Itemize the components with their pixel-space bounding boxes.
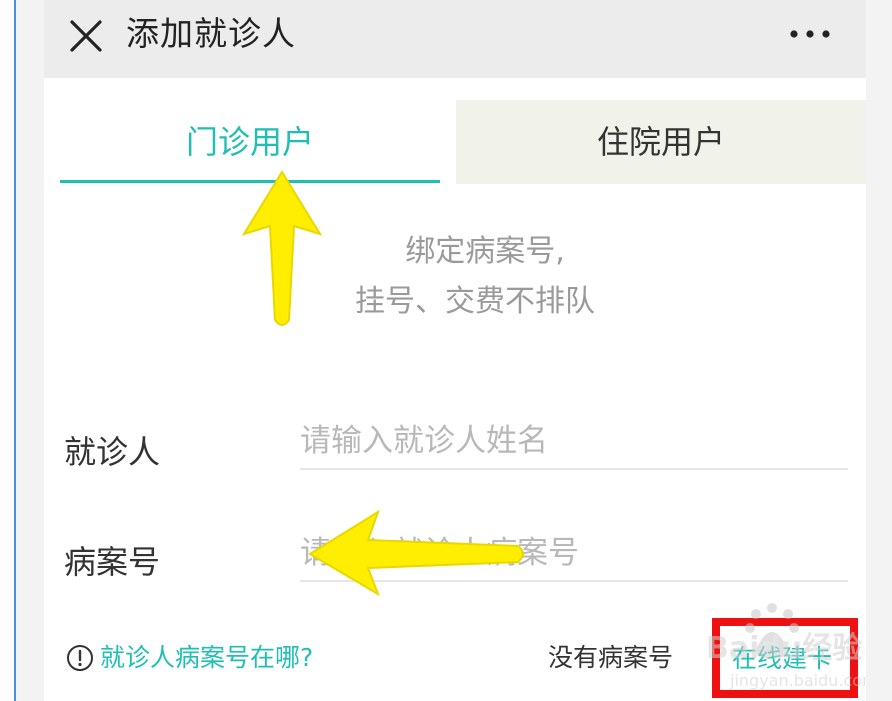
more-icon[interactable] [788,24,832,44]
record-help-link[interactable]: 就诊人病案号在哪? [66,636,313,680]
phone-screen: 添加就诊人 门诊用户 住院用户 绑定病案号, 挂号、交费不排队 就诊人 病案号 … [44,0,866,701]
annotation-arrow-left [308,509,524,597]
left-gutter [16,0,44,701]
no-record-text: 没有病案号 [548,643,674,672]
promo-text-line1: 绑定病案号, [405,234,565,269]
annotation-arrow-up [241,170,323,326]
record-number-label: 病案号 [64,543,161,581]
title-bar: 添加就诊人 [44,0,866,78]
right-gutter [866,0,892,701]
tab-inpatient[interactable]: 住院用户 [456,100,866,184]
patient-name-input[interactable] [300,414,848,470]
create-card-label: 在线建卡 [732,644,833,673]
close-icon[interactable] [66,16,106,56]
info-icon [67,645,93,671]
patient-name-label: 就诊人 [64,433,161,471]
create-card-button[interactable]: 在线建卡 [712,618,858,698]
record-help-link-text: 就诊人病案号在哪? [100,643,314,672]
promo-text-line2: 挂号、交费不排队 [355,284,595,319]
page-title: 添加就诊人 [126,14,296,53]
